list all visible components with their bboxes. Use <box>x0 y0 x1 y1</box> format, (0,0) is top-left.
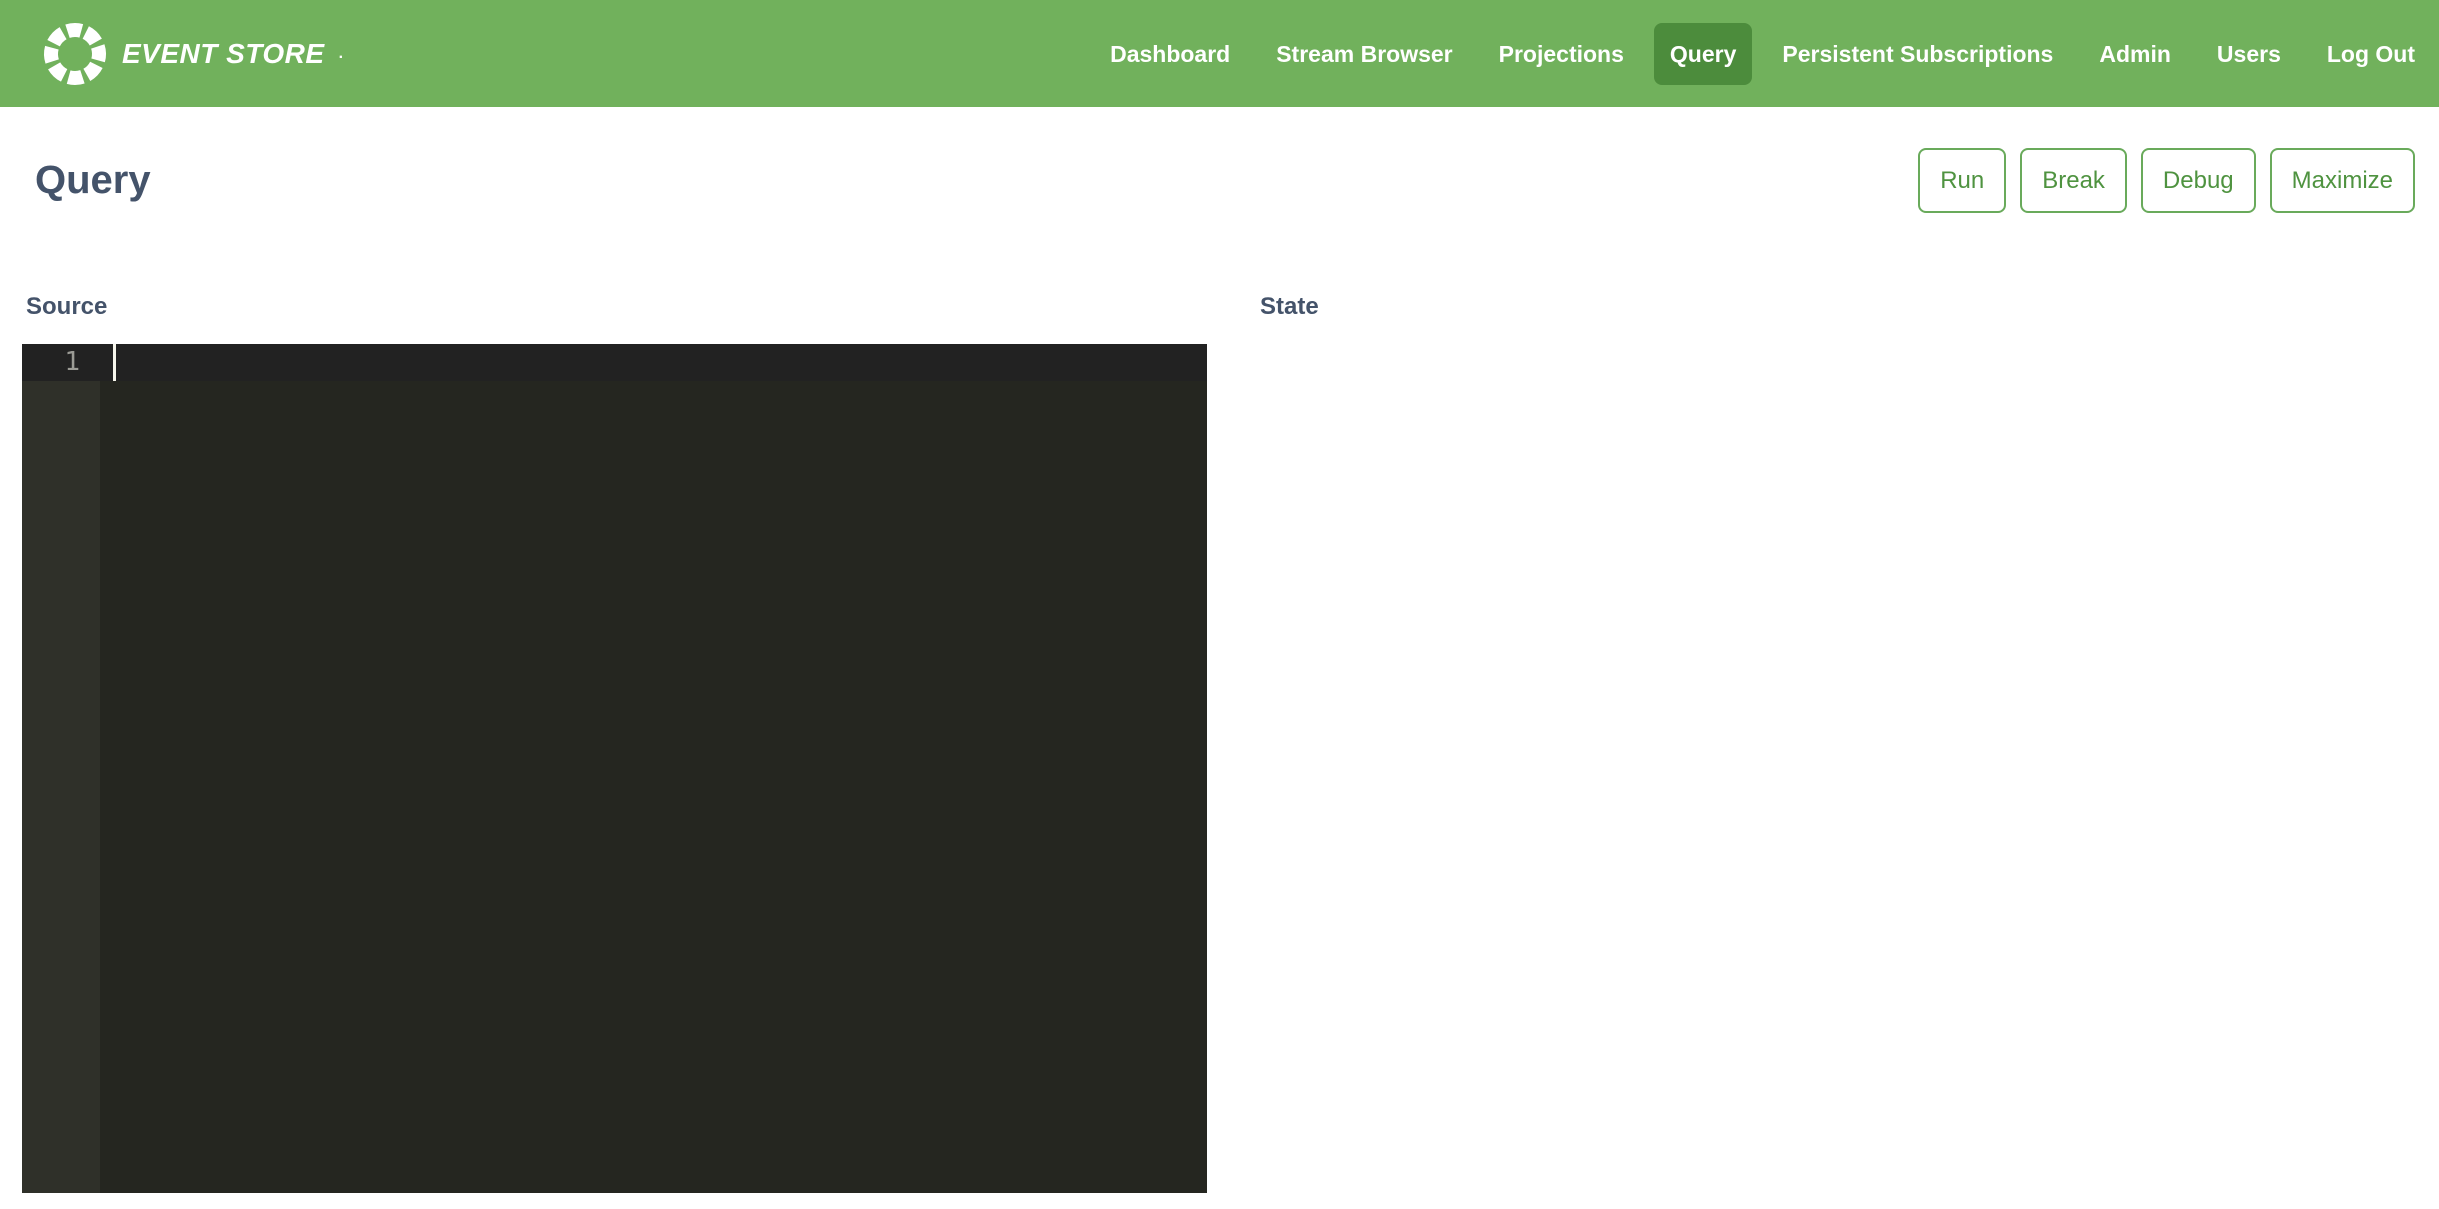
main-nav: Dashboard Stream Browser Projections Que… <box>1094 23 2431 85</box>
nav-item-dashboard[interactable]: Dashboard <box>1094 23 1246 85</box>
eventstore-logo-icon <box>40 19 110 89</box>
page-title: Query <box>35 158 151 203</box>
editor-body[interactable] <box>22 381 1207 1193</box>
query-source-editor[interactable]: 1 <box>22 344 1207 1193</box>
brand-name: EVENT STORE <box>122 38 325 70</box>
query-toolbar: Run Break Debug Maximize <box>1918 148 2415 213</box>
nav-item-users[interactable]: Users <box>2201 23 2297 85</box>
editor-cursor <box>113 344 116 381</box>
nav-item-admin[interactable]: Admin <box>2083 23 2187 85</box>
state-panel: State <box>1207 292 2415 1193</box>
editor-line-number: 1 <box>22 344 100 381</box>
editor-active-line[interactable]: 1 <box>22 344 1207 381</box>
page-header: Query Run Break Debug Maximize <box>22 148 2415 213</box>
nav-item-stream-browser[interactable]: Stream Browser <box>1260 23 1468 85</box>
break-button[interactable]: Break <box>2020 148 2127 213</box>
nav-item-log-out[interactable]: Log Out <box>2311 23 2431 85</box>
state-label: State <box>1260 292 2415 322</box>
brand-trademark: . <box>339 45 343 63</box>
panels-row: Source 1 State <box>22 292 2415 1193</box>
debug-button[interactable]: Debug <box>2141 148 2256 213</box>
run-button[interactable]: Run <box>1918 148 2006 213</box>
brand: EVENT STORE . <box>40 19 343 89</box>
nav-item-projections[interactable]: Projections <box>1483 23 1640 85</box>
main-content: Query Run Break Debug Maximize Source 1 <box>0 148 2439 1193</box>
editor-gutter <box>22 381 100 1193</box>
source-label: Source <box>26 292 1207 322</box>
editor-content-area[interactable] <box>100 381 1207 1193</box>
top-navbar: EVENT STORE . Dashboard Stream Browser P… <box>0 0 2439 107</box>
source-panel: Source 1 <box>22 292 1207 1193</box>
nav-item-persistent-subscriptions[interactable]: Persistent Subscriptions <box>1766 23 2069 85</box>
nav-item-query[interactable]: Query <box>1654 23 1752 85</box>
maximize-button[interactable]: Maximize <box>2270 148 2415 213</box>
